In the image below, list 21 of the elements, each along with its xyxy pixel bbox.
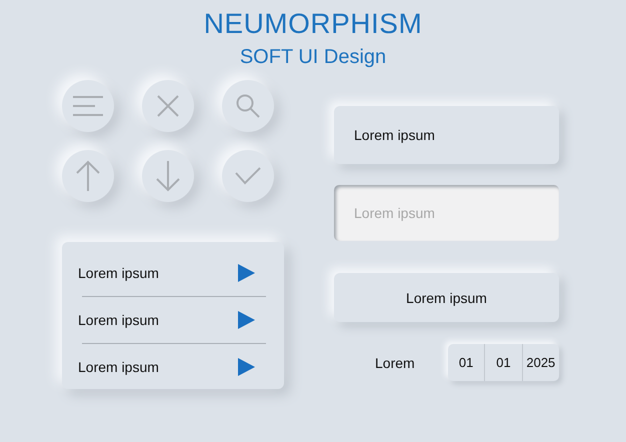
up-arrow-icon <box>76 160 100 192</box>
subtitle: SOFT UI Design <box>240 45 386 69</box>
play-icon[interactable] <box>238 264 255 282</box>
list-item[interactable]: Lorem ipsum <box>78 312 159 328</box>
title: NEUMORPHISM <box>204 8 422 40</box>
month-field[interactable]: 01 <box>484 344 522 381</box>
play-icon[interactable] <box>238 311 255 329</box>
year-field[interactable]: 2025 <box>522 344 559 381</box>
close-icon <box>157 95 179 117</box>
action-button[interactable]: Lorem ipsum <box>334 273 559 322</box>
list-item[interactable]: Lorem ipsum <box>78 265 159 281</box>
search-icon <box>236 94 260 118</box>
play-icon[interactable] <box>238 358 255 376</box>
menu-icon <box>72 95 104 117</box>
day-field[interactable]: 01 <box>448 344 484 381</box>
down-arrow-icon <box>156 160 180 192</box>
list-item[interactable]: Lorem ipsum <box>78 359 159 375</box>
text-field[interactable]: Lorem ipsum <box>334 106 559 164</box>
input-field[interactable]: Lorem ipsum <box>334 185 559 241</box>
checkmark-icon <box>235 167 261 185</box>
date-label: Lorem <box>375 354 415 370</box>
